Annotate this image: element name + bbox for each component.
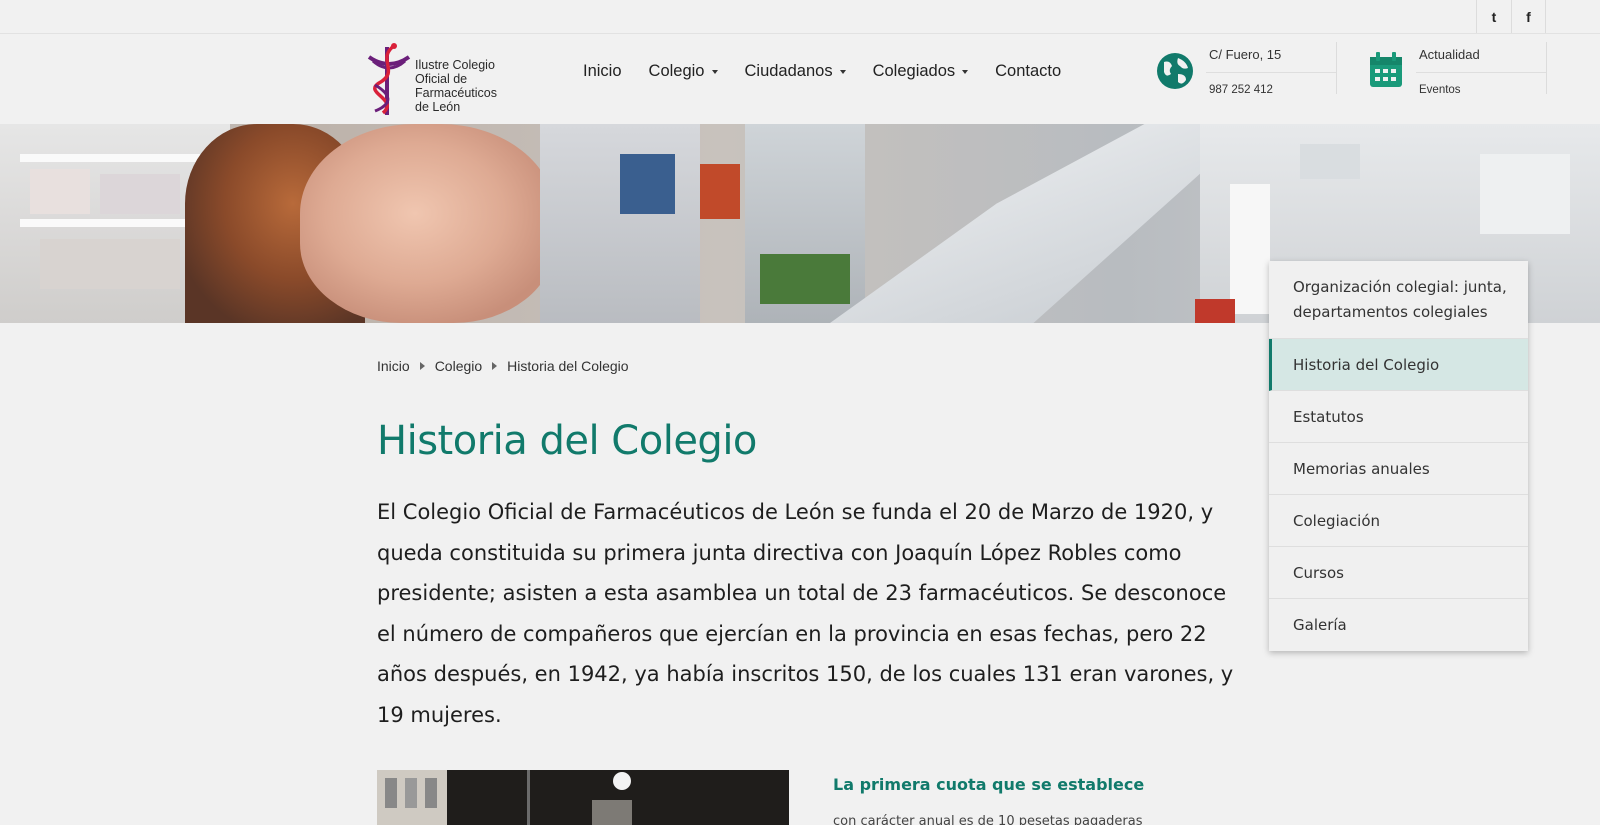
address-text: C/ Fuero, 15: [1209, 47, 1282, 62]
site-logo[interactable]: Ilustre Colegio Oficial de Farmacéuticos…: [365, 39, 510, 119]
breadcrumb-current: Historia del Colegio: [507, 358, 629, 374]
shelf-item: [760, 254, 850, 304]
breadcrumb-arrow-icon: [419, 362, 425, 370]
divider: [1546, 42, 1547, 94]
nav-colegio[interactable]: Colegio: [649, 62, 718, 81]
facebook-icon[interactable]: f: [1511, 0, 1546, 33]
caret-down-icon: [711, 69, 718, 74]
breadcrumb-arrow-icon: [492, 362, 498, 370]
photo-bottle: [385, 778, 397, 808]
shelf-item: [620, 154, 675, 214]
breadcrumb-inicio[interactable]: Inicio: [377, 358, 410, 374]
contact-info[interactable]: C/ Fuero, 15 987 252 412: [1156, 42, 1336, 96]
news-title: Actualidad: [1419, 47, 1480, 62]
photo-detail: [592, 800, 632, 825]
shelf-item: [20, 219, 200, 227]
breadcrumb: Inicio Colegio Historia del Colegio: [377, 358, 629, 374]
news-link[interactable]: Actualidad Eventos: [1366, 42, 1546, 96]
divider: [1206, 72, 1336, 73]
globe-icon: [1157, 53, 1193, 89]
nav-contacto[interactable]: Contacto: [995, 62, 1061, 81]
divider: [1336, 42, 1337, 94]
breadcrumb-colegio[interactable]: Colegio: [435, 358, 482, 374]
face: [300, 124, 555, 323]
photo-lamp: [613, 772, 631, 790]
shelf-item: [100, 174, 180, 214]
sidemenu-item-cursos[interactable]: Cursos: [1269, 547, 1528, 599]
section-text: con carácter anual es de 10 pesetas paga…: [833, 814, 1143, 825]
main-nav: Inicio Colegio Ciudadanos Colegiados Con…: [583, 62, 1088, 81]
news-subtitle: Eventos: [1419, 84, 1461, 96]
caret-down-icon: [962, 69, 969, 74]
sidemenu-item-memorias[interactable]: Memorias anuales: [1269, 443, 1528, 495]
shelf-item: [1195, 299, 1235, 323]
shelf-item: [1300, 144, 1360, 179]
shelf-item: [1230, 184, 1270, 314]
caduceus-logo-icon: [367, 43, 411, 115]
top-bar: t f: [0, 0, 1600, 34]
page-title: Historia del Colegio: [377, 418, 757, 464]
photo-bottle: [425, 778, 437, 808]
nav-inicio[interactable]: Inicio: [583, 62, 622, 81]
sidemenu-item-colegiacion[interactable]: Colegiación: [1269, 495, 1528, 547]
shelf-item: [40, 239, 180, 289]
sidemenu-item-organizacion[interactable]: Organización colegial: junta, departamen…: [1269, 261, 1528, 339]
photo-bottle: [405, 778, 417, 808]
historic-photo: [377, 770, 789, 825]
sidemenu-item-estatutos[interactable]: Estatutos: [1269, 391, 1528, 443]
shelf-item: [30, 169, 90, 214]
section-sidemenu: Organización colegial: junta, departamen…: [1269, 261, 1528, 651]
logo-text: Ilustre Colegio Oficial de Farmacéuticos…: [415, 58, 497, 114]
shelf-item: [700, 164, 740, 219]
divider: [1416, 72, 1546, 73]
shelf-item: [1480, 154, 1570, 234]
calendar-icon: [1370, 52, 1402, 87]
caret-down-icon: [839, 69, 846, 74]
lead-paragraph: El Colegio Oficial de Farmacéuticos de L…: [377, 500, 1234, 727]
section-subhead: La primera cuota que se establece: [833, 775, 1145, 794]
nav-colegiados[interactable]: Colegiados: [873, 62, 969, 81]
shelf-item: [20, 154, 200, 162]
photo-column: [527, 770, 530, 825]
white-coat-sleeve: [830, 124, 1200, 323]
nav-ciudadanos[interactable]: Ciudadanos: [745, 62, 846, 81]
twitter-icon[interactable]: t: [1476, 0, 1511, 33]
sidemenu-item-historia[interactable]: Historia del Colegio: [1269, 339, 1528, 391]
sidemenu-item-galeria[interactable]: Galería: [1269, 599, 1528, 651]
phone-text: 987 252 412: [1209, 84, 1273, 96]
site-header: Ilustre Colegio Oficial de Farmacéuticos…: [0, 34, 1600, 124]
